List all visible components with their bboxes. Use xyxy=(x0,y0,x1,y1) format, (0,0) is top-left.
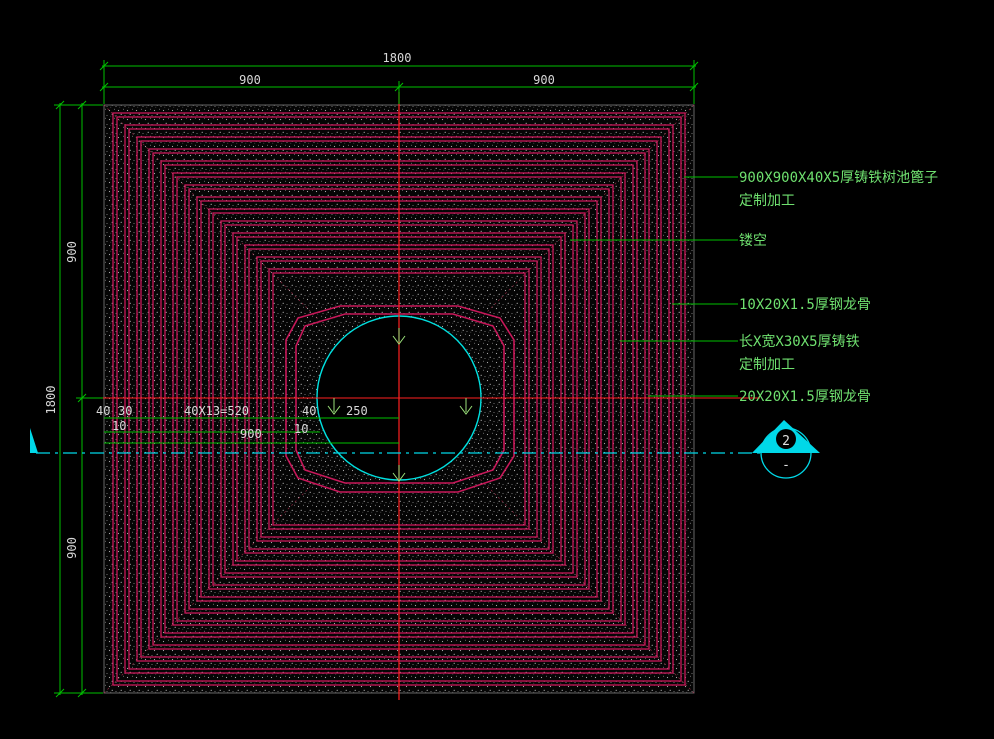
label-iron-strip-line2: 定制加工 xyxy=(739,357,795,373)
cad-drawing: 1800 900 900 1800 900 900 40 30 10 40X13… xyxy=(30,51,938,700)
top-dimensions xyxy=(99,60,699,104)
dim-spacing: 40X13=520 xyxy=(184,404,249,418)
label-keel-small: 10X20X1.5厚钢龙骨 xyxy=(739,297,871,313)
label-keel-large: 20X20X1.5厚钢龙骨 xyxy=(739,389,871,405)
label-hollow: 镂空 xyxy=(739,233,767,249)
left-dimensions xyxy=(54,100,103,698)
label-iron-strip-line1: 长X宽X30X5厚铸铁 xyxy=(739,333,860,350)
dim-250: 250 xyxy=(346,404,368,418)
dim-10b: 10 xyxy=(294,422,308,436)
dim-40b: 40 xyxy=(302,404,316,418)
dim-overall-width: 1800 xyxy=(383,51,412,65)
dim-10a: 10 xyxy=(112,419,126,433)
dim-lower-half: 900 xyxy=(65,537,79,559)
section-sheet: - xyxy=(782,458,790,473)
dim-left-half: 900 xyxy=(239,73,261,87)
dim-40a: 40 xyxy=(96,404,110,418)
section-symbol: 2 - xyxy=(752,420,820,479)
label-grate-line2: 定制加工 xyxy=(739,193,795,209)
label-grate-line1: 900X900X40X5厚铸铁树池篦子 xyxy=(739,170,938,186)
dim-upper-half: 900 xyxy=(65,241,79,263)
dim-right-half: 900 xyxy=(533,73,555,87)
dim-overall-height: 1800 xyxy=(44,386,58,415)
dim-900-inner: 900 xyxy=(240,427,262,441)
dim-30: 30 xyxy=(118,404,132,418)
section-number: 2 xyxy=(782,434,790,449)
section-left-marker-icon xyxy=(30,428,38,453)
